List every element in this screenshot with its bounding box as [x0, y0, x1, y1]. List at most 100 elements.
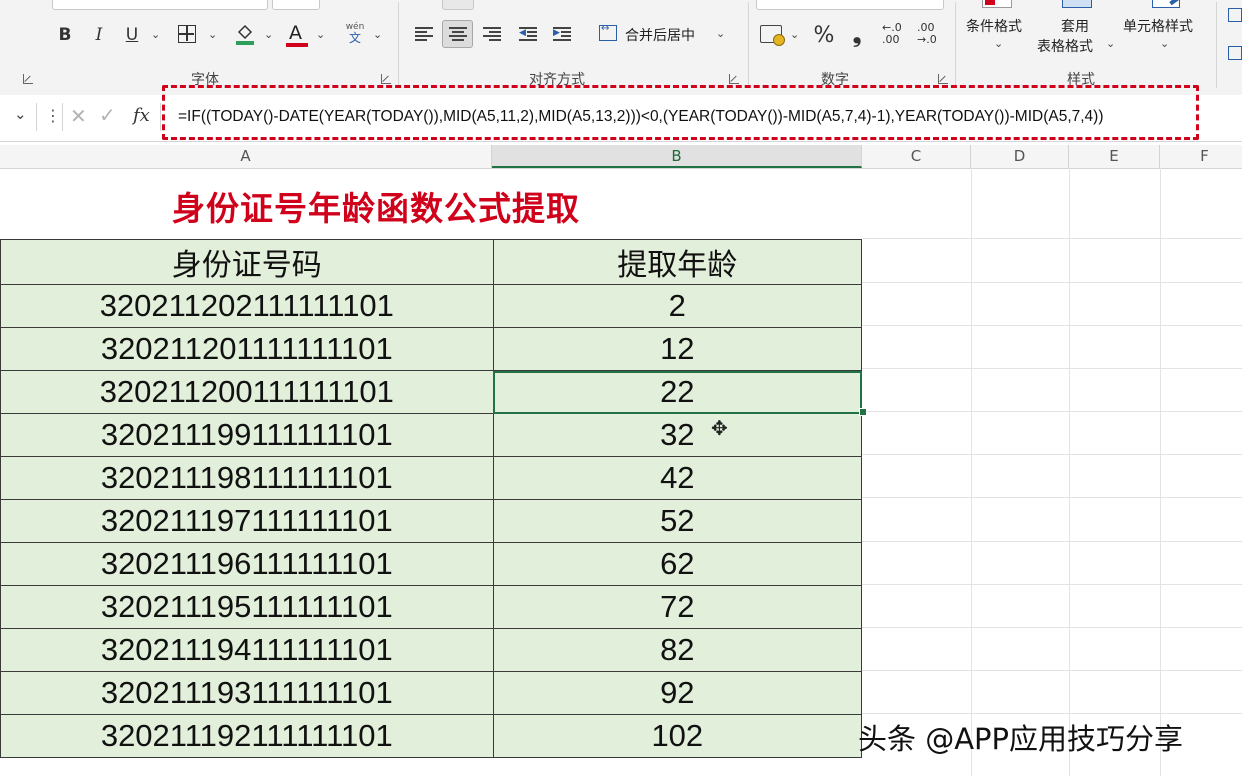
column-header-e[interactable]: E: [1069, 145, 1160, 168]
table-row: 320211198111111101 42: [0, 456, 863, 500]
id-age-table: 身份证号码 提取年龄 320211202111111101 2 320211201…: [0, 239, 863, 758]
id-cell[interactable]: 320211198111111101: [0, 456, 494, 500]
number-dialog-launcher-icon[interactable]: [938, 74, 948, 84]
align-center-button[interactable]: [442, 20, 473, 48]
insert-cells-icon[interactable]: [1228, 8, 1242, 22]
column-header-b[interactable]: B: [492, 145, 862, 168]
merge-center-chevron-down-icon[interactable]: ⌄: [716, 27, 725, 40]
age-cell[interactable]: 32: [492, 413, 863, 457]
insert-function-icon[interactable]: fx: [133, 105, 150, 126]
enter-check-icon[interactable]: ✓: [99, 103, 116, 127]
cell-cursor-icon: ✥: [711, 416, 728, 440]
column-header-d[interactable]: D: [971, 145, 1069, 168]
table-row: 320211201111111101 12: [0, 327, 863, 371]
merge-center-label: 合并后居中: [625, 28, 695, 44]
column-header-a[interactable]: A: [0, 145, 492, 168]
align-right-icon[interactable]: [483, 27, 501, 41]
age-cell[interactable]: 12: [492, 327, 863, 371]
number-format-dropdown[interactable]: [756, 0, 944, 10]
bold-button[interactable]: B: [54, 24, 76, 46]
font-color-icon[interactable]: A: [286, 22, 308, 48]
id-cell[interactable]: 320211195111111101: [0, 585, 494, 629]
id-cell[interactable]: 320211192111111101: [0, 714, 494, 758]
column-header-c[interactable]: C: [862, 145, 971, 168]
italic-button[interactable]: I: [88, 24, 110, 46]
id-cell[interactable]: 320211193111111101: [0, 671, 494, 715]
conditional-format-icon: [982, 0, 1012, 8]
watermark: 头条 @APP应用技巧分享: [858, 722, 1184, 756]
delete-cells-icon[interactable]: [1228, 46, 1242, 60]
decrease-decimal-icon[interactable]: .00 →.0: [917, 22, 945, 48]
table-row: 320211196111111101 62: [0, 542, 863, 586]
more-options-icon[interactable]: ⋮: [45, 106, 61, 125]
cell-styles-label: 单元格样式: [1123, 19, 1193, 35]
id-cell[interactable]: 320211200111111101: [0, 370, 494, 414]
accounting-format-icon[interactable]: [760, 25, 785, 46]
id-cell[interactable]: 320211197111111101: [0, 499, 494, 543]
id-cell[interactable]: 320211202111111101: [0, 284, 494, 328]
worksheet[interactable]: 身份证号年龄函数公式提取 身份证号码 提取年龄 3202112021111111…: [0, 168, 1242, 776]
age-cell[interactable]: 2: [492, 284, 863, 328]
font-color-chevron-down-icon[interactable]: ⌄: [316, 28, 325, 41]
table-row: 320211193111111101 92: [0, 671, 863, 715]
format-as-table-label-2: 表格格式: [1037, 39, 1093, 55]
table-row: 320211192111111101 102: [0, 714, 863, 758]
format-as-table-icon: [1062, 0, 1092, 8]
age-cell[interactable]: 102: [492, 714, 863, 758]
font-name-dropdown[interactable]: [52, 0, 268, 10]
name-box-chevron-down-icon[interactable]: ⌄: [14, 105, 27, 123]
cell-styles-button[interactable]: 单元格样式 ⌄: [1120, 0, 1208, 64]
format-as-table-label-1: 套用: [1061, 19, 1089, 35]
age-cell[interactable]: 92: [492, 671, 863, 715]
phonetic-chevron-down-icon[interactable]: ⌄: [373, 28, 382, 41]
table-header-row: 身份证号码 提取年龄: [0, 239, 863, 285]
underline-chevron-down-icon[interactable]: ⌄: [151, 28, 160, 41]
increase-indent-icon[interactable]: ▶: [553, 27, 571, 41]
sheet-title: 身份证号年龄函数公式提取: [172, 189, 580, 228]
font-dialog-launcher-icon-2[interactable]: [381, 74, 391, 84]
phonetic-guide-icon[interactable]: wén 文: [342, 22, 368, 48]
fill-color-icon[interactable]: [235, 22, 255, 46]
age-cell[interactable]: 82: [492, 628, 863, 672]
decrease-indent-icon[interactable]: ◀: [519, 27, 537, 41]
alignment-dialog-launcher-icon[interactable]: [729, 74, 739, 84]
borders-icon[interactable]: [178, 25, 196, 43]
fill-handle[interactable]: [859, 408, 867, 416]
font-size-dropdown[interactable]: [272, 0, 320, 10]
fill-color-chevron-down-icon[interactable]: ⌄: [264, 28, 273, 41]
format-as-table-button[interactable]: 套用 表格格式 ⌄: [1034, 0, 1120, 64]
increase-decimal-icon[interactable]: ←.0 .00: [882, 22, 910, 48]
merge-center-button[interactable]: ↔ 合并后居中 ⌄: [598, 22, 733, 48]
age-cell[interactable]: 62: [492, 542, 863, 586]
accounting-chevron-down-icon[interactable]: ⌄: [790, 28, 799, 41]
age-cell-active[interactable]: 22: [492, 370, 863, 414]
formula-highlight-box: [162, 85, 1199, 140]
borders-chevron-down-icon[interactable]: ⌄: [208, 28, 217, 41]
align-top-button[interactable]: [442, 0, 474, 10]
cell-styles-chevron-down-icon: ⌄: [1160, 37, 1170, 50]
id-cell[interactable]: 320211194111111101: [0, 628, 494, 672]
id-cell[interactable]: 320211199111111101: [0, 413, 494, 457]
percent-button[interactable]: %: [811, 22, 837, 48]
conditional-format-button[interactable]: 条件格式 ⌄: [962, 0, 1032, 64]
id-cell[interactable]: 320211201111111101: [0, 327, 494, 371]
id-cell[interactable]: 320211196111111101: [0, 542, 494, 586]
header-id-number[interactable]: 身份证号码: [0, 239, 494, 285]
age-cell[interactable]: 72: [492, 585, 863, 629]
table-row: 320211200111111101 22: [0, 370, 863, 414]
table-row: 320211197111111101 52: [0, 499, 863, 543]
phonetic-bottom: 文: [348, 31, 361, 45]
cell-styles-icon: [1152, 0, 1185, 8]
font-color-glyph: A: [289, 22, 302, 44]
age-cell[interactable]: 42: [492, 456, 863, 500]
cancel-icon[interactable]: ✕: [70, 104, 87, 128]
align-left-icon[interactable]: [415, 27, 433, 41]
font-dialog-launcher-icon[interactable]: [23, 74, 33, 84]
column-headers: A B C D E F: [0, 145, 1242, 169]
age-cell[interactable]: 52: [492, 499, 863, 543]
column-header-f[interactable]: F: [1160, 145, 1242, 168]
conditional-format-label: 条件格式: [966, 19, 1022, 35]
header-age[interactable]: 提取年龄: [492, 239, 863, 285]
underline-button[interactable]: U: [121, 24, 143, 46]
comma-style-button[interactable]: ❟: [846, 22, 868, 48]
